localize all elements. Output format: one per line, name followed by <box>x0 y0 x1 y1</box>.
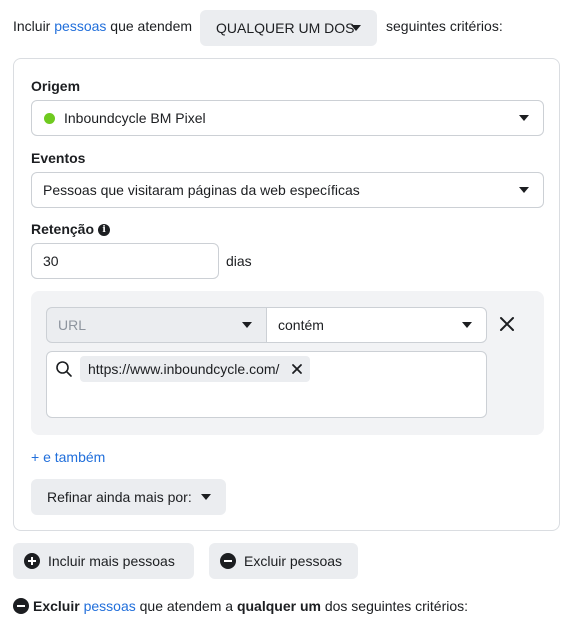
refine-label: Refinar ainda mais por: <box>47 489 192 505</box>
caret-down-icon <box>519 187 529 193</box>
events-label: Eventos <box>31 150 86 166</box>
retention-value: 30 <box>43 253 59 269</box>
url-rule-box: URL contém https://www.inboundcycle.com/ <box>31 291 544 435</box>
origin-label: Origem <box>31 78 81 94</box>
caret-down-icon <box>519 115 529 121</box>
exclude-suffix: dos seguintes critérios: <box>324 598 469 614</box>
exclude-middle: que atendem a <box>139 598 234 614</box>
include-middle: que atendem <box>110 18 193 34</box>
include-prefix: Incluir <box>13 18 51 34</box>
url-tag-input[interactable]: https://www.inboundcycle.com/ <box>46 351 487 418</box>
caret-down-icon <box>242 322 252 328</box>
pixel-status-dot <box>44 112 55 124</box>
url-tag-chip: https://www.inboundcycle.com/ <box>80 356 311 382</box>
minus-circle-icon <box>220 553 236 569</box>
exclude-label: Excluir pessoas <box>244 553 343 569</box>
rule-operator-select[interactable]: contém <box>266 307 487 343</box>
rule-field-value: URL <box>58 317 87 333</box>
audience-rule-card: Origem Inboundcycle BM Pixel Eventos Pes… <box>13 58 560 531</box>
origin-value: Inboundcycle BM Pixel <box>64 110 206 126</box>
include-criteria-sentence: Incluir pessoas que atendem <box>13 17 192 35</box>
plus-circle-icon <box>24 553 40 569</box>
rule-operator-value: contém <box>278 317 324 333</box>
people-link[interactable]: pessoas <box>54 17 106 35</box>
events-select[interactable]: Pessoas que visitaram páginas da web esp… <box>31 172 544 208</box>
rule-field-select[interactable]: URL <box>46 307 267 343</box>
retention-unit: dias <box>226 253 252 269</box>
caret-down-icon <box>351 25 361 31</box>
exclude-criteria-sentence: Excluir pessoas que atendem a qualquer u… <box>13 597 468 615</box>
include-more-label: Incluir mais pessoas <box>48 553 175 569</box>
remove-tag-icon[interactable] <box>290 362 304 376</box>
minus-circle-icon[interactable] <box>13 598 29 614</box>
info-icon[interactable]: i <box>98 224 111 237</box>
retention-label-row: Retenção i <box>31 220 111 238</box>
events-value: Pessoas que visitaram páginas da web esp… <box>43 182 360 198</box>
refine-dropdown[interactable]: Refinar ainda mais por: <box>31 479 226 515</box>
caret-down-icon <box>201 494 211 500</box>
include-more-people-button[interactable]: Incluir mais pessoas <box>13 543 194 579</box>
retention-label: Retenção <box>31 221 95 237</box>
and-also-link[interactable]: + e também <box>31 448 105 466</box>
match-type-value: QUALQUER UM DOS <box>216 20 355 36</box>
retention-days-input[interactable]: 30 <box>31 243 219 279</box>
exclude-prefix: Excluir <box>33 598 80 614</box>
search-icon <box>56 361 72 377</box>
caret-down-icon <box>462 322 472 328</box>
exclude-people-button[interactable]: Excluir pessoas <box>209 543 358 579</box>
match-type-dropdown[interactable]: QUALQUER UM DOS <box>200 10 377 46</box>
exclude-any: qualquer um <box>236 598 321 614</box>
origin-select[interactable]: Inboundcycle BM Pixel <box>31 100 544 136</box>
close-icon[interactable] <box>498 315 516 333</box>
exclude-people-link[interactable]: pessoas <box>84 597 136 615</box>
url-tag-text: https://www.inboundcycle.com/ <box>88 361 280 377</box>
include-suffix: seguintes critérios: <box>386 18 503 34</box>
